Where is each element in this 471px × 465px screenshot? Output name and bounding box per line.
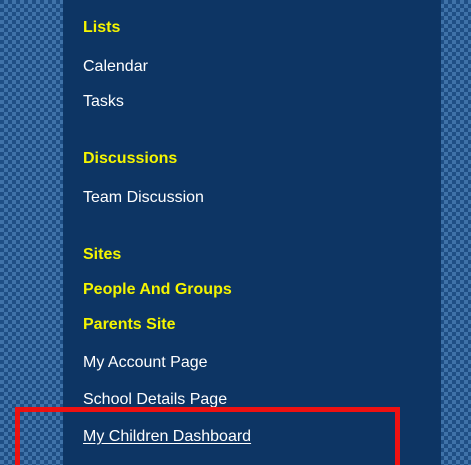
nav-link-calendar[interactable]: Calendar bbox=[83, 57, 148, 77]
nav-link-my-children-dashboard[interactable]: My Children Dashboard bbox=[83, 427, 251, 447]
nav-link-team-discussion[interactable]: Team Discussion bbox=[83, 188, 204, 208]
nav-link-my-account-page[interactable]: My Account Page bbox=[83, 353, 208, 373]
nav-link-tasks[interactable]: Tasks bbox=[83, 92, 124, 112]
nav-heading-parents-site[interactable]: Parents Site bbox=[83, 315, 175, 335]
nav-heading-lists[interactable]: Lists bbox=[83, 18, 120, 38]
nav-heading-discussions[interactable]: Discussions bbox=[83, 149, 177, 169]
quick-launch-nav: Lists Calendar Tasks Discussions Team Di… bbox=[63, 0, 441, 465]
nav-heading-people-and-groups[interactable]: People And Groups bbox=[83, 280, 232, 300]
nav-heading-sites[interactable]: Sites bbox=[83, 245, 121, 265]
nav-link-school-details-page[interactable]: School Details Page bbox=[83, 390, 227, 410]
